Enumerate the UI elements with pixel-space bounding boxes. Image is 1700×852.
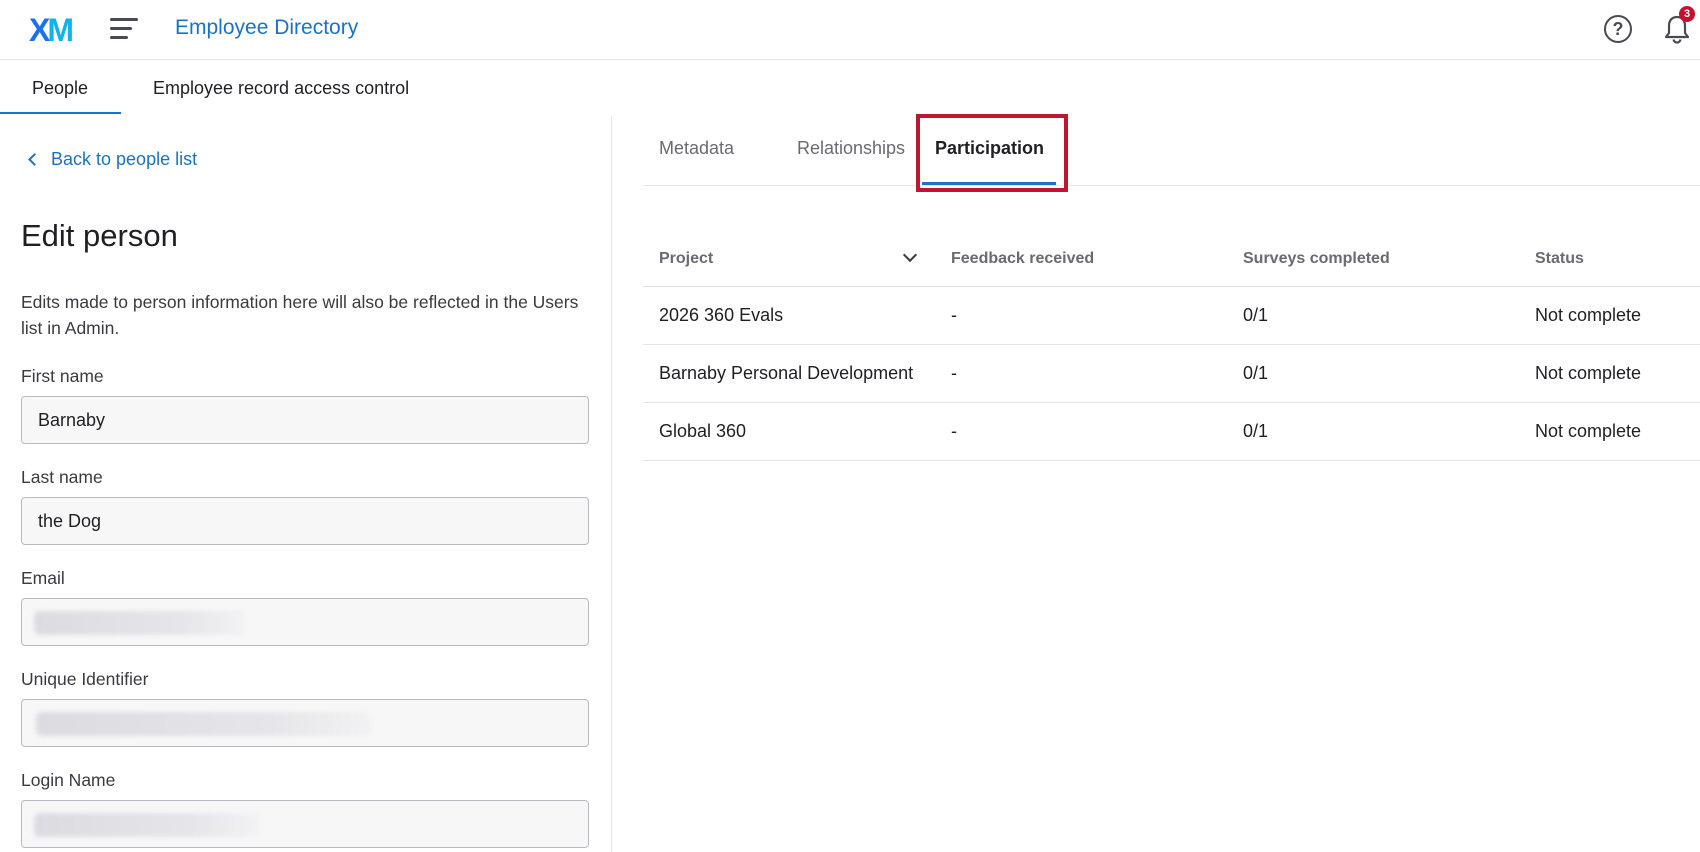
cell-status: Not complete — [1535, 421, 1642, 441]
cell-status: Not complete — [1535, 305, 1642, 325]
back-to-people-list-link[interactable]: Back to people list — [28, 149, 198, 170]
email-label: Email — [21, 568, 65, 588]
hamburger-menu-icon[interactable] — [110, 18, 138, 40]
unique-identifier-field[interactable] — [21, 699, 589, 747]
email-field[interactable] — [21, 598, 589, 646]
chevron-down-icon[interactable] — [902, 247, 918, 263]
cell-feedback-received: - — [951, 421, 957, 441]
cell-status: Not complete — [1535, 363, 1642, 383]
cell-surveys-completed: 0/1 — [1243, 363, 1269, 383]
redacted-value — [36, 712, 371, 736]
person-details-panel: Metadata Relationships Participation Pro… — [613, 114, 1700, 852]
redacted-value — [34, 611, 244, 635]
column-header-status: Status — [1535, 250, 1584, 267]
highlight-annotation-box — [916, 114, 1068, 192]
sub-navigation: People Employee record access control — [0, 60, 1700, 116]
login-name-label: Login Name — [21, 770, 116, 790]
unique-identifier-label: Unique Identifier — [21, 669, 149, 689]
tab-employee-record-access-control[interactable]: Employee record access control — [153, 78, 409, 99]
app-title: Employee Directory — [175, 16, 359, 39]
cell-project: 2026 360 Evals — [659, 305, 784, 325]
tab-relationships[interactable]: Relationships — [797, 138, 905, 159]
last-name-label: Last name — [21, 467, 103, 487]
edit-person-panel: Back to people list Edit person Edits ma… — [0, 116, 612, 852]
table-row[interactable]: Global 360 - 0/1 Not complete — [643, 403, 1700, 461]
table-header: Project Feedback received Surveys comple… — [643, 232, 1700, 287]
column-header-project[interactable]: Project — [659, 250, 713, 268]
tab-metadata[interactable]: Metadata — [659, 138, 734, 159]
table-row[interactable]: 2026 360 Evals - 0/1 Not complete — [643, 287, 1700, 345]
chevron-left-icon — [28, 153, 41, 166]
xm-logo[interactable]: XM — [29, 12, 74, 49]
first-name-label: First name — [21, 366, 104, 386]
cell-feedback-received: - — [951, 305, 957, 325]
help-icon[interactable]: ? — [1604, 15, 1632, 43]
cell-feedback-received: - — [951, 363, 957, 383]
notification-count-badge: 3 — [1679, 6, 1695, 22]
tab-people[interactable]: People — [32, 78, 88, 99]
cell-project: Global 360 — [659, 421, 747, 441]
column-header-surveys-completed: Surveys completed — [1243, 250, 1390, 267]
back-link-label: Back to people list — [51, 149, 198, 169]
top-bar: XM Employee Directory ? 3 — [0, 0, 1700, 60]
page-title: Edit person — [21, 218, 178, 253]
cell-surveys-completed: 0/1 — [1243, 305, 1269, 325]
login-name-field[interactable] — [21, 800, 589, 848]
redacted-value — [34, 813, 259, 837]
cell-project: Barnaby Personal Development — [659, 363, 914, 383]
column-header-feedback-received: Feedback received — [951, 250, 1095, 267]
table-row[interactable]: Barnaby Personal Development - 0/1 Not c… — [643, 345, 1700, 403]
detail-tabs: Metadata Relationships Participation — [643, 114, 1700, 192]
first-name-field[interactable]: Barnaby — [21, 396, 589, 444]
active-tab-indicator — [0, 112, 121, 114]
last-name-field[interactable]: the Dog — [21, 497, 589, 545]
edit-description: Edits made to person information here wi… — [21, 292, 579, 338]
cell-surveys-completed: 0/1 — [1243, 421, 1269, 441]
participation-table: Project Feedback received Surveys comple… — [643, 232, 1700, 461]
